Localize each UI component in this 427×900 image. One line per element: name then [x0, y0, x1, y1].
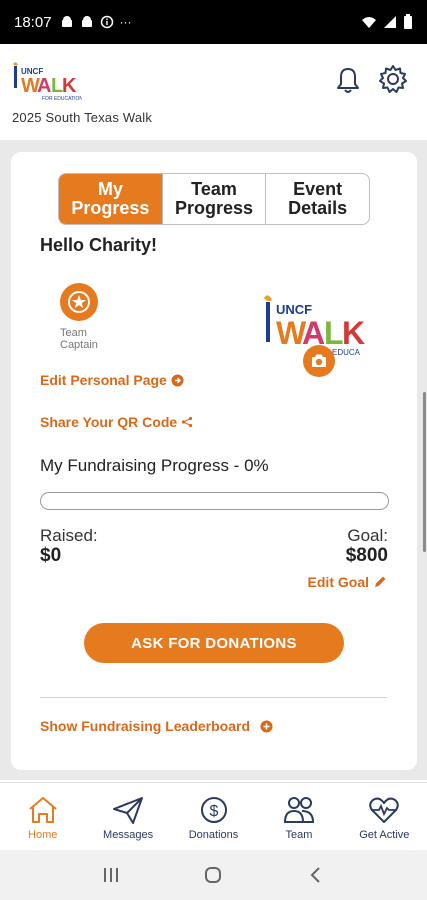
uncf-walk-logo: UNCF W A L K FOR EDUCATION: [13, 62, 82, 102]
greeting: Hello Charity!: [40, 235, 158, 255]
goal-label: Goal:: [347, 526, 388, 545]
nav-team[interactable]: Team: [256, 783, 341, 850]
edit-personal-page-link[interactable]: Edit Personal Page: [40, 372, 184, 388]
pencil-icon: [375, 576, 386, 587]
camera-icon: [312, 354, 326, 367]
team-captain-label: Team Captain: [60, 327, 98, 351]
android-icon: [61, 16, 72, 27]
ask-for-donations-button[interactable]: ASK FOR DONATIONS: [84, 623, 344, 663]
tab-event-details[interactable]: Event Details: [266, 174, 369, 224]
paper-plane-icon: [113, 797, 144, 824]
team-icon: [283, 797, 314, 823]
tab-my-progress[interactable]: My Progress: [59, 174, 163, 224]
recent-apps-icon[interactable]: [101, 866, 121, 884]
star-icon: [68, 291, 90, 313]
share-icon: [182, 416, 193, 428]
plus-circle-icon: [260, 720, 273, 732]
nav-get-active-label: Get Active: [359, 829, 410, 841]
nav-donations[interactable]: $ Donations: [171, 783, 256, 850]
nav-messages-label: Messages: [103, 829, 154, 841]
svg-text:K: K: [342, 315, 365, 351]
svg-text:FOR EDUCATION: FOR EDUCATION: [42, 96, 82, 102]
nav-home-label: Home: [28, 829, 58, 841]
raised-label: Raised:: [40, 526, 98, 545]
svg-text:L: L: [324, 315, 344, 351]
edit-personal-page-label: Edit Personal Page: [40, 372, 167, 388]
home-icon: [29, 797, 57, 823]
signal-icon: [384, 16, 396, 28]
nav-team-label: Team: [285, 829, 313, 841]
nav-messages[interactable]: Messages: [85, 783, 170, 850]
app-header: UNCF W A L K FOR EDUCATION 2025 South Te…: [0, 44, 427, 140]
wifi-icon: [362, 17, 376, 28]
team-captain-badge: [60, 283, 98, 321]
tab-team-progress[interactable]: Team Progress: [163, 174, 267, 224]
status-system-icons: [361, 14, 413, 30]
event-name: 2025 South Texas Walk: [12, 110, 153, 125]
dollar-icon: $: [200, 797, 227, 823]
status-bar: 18:07 ···: [0, 0, 427, 44]
battery-icon: [404, 14, 412, 29]
edit-goal-label: Edit Goal: [307, 574, 369, 590]
tab-bar: My Progress Team Progress Event Details: [58, 173, 370, 225]
change-photo-button[interactable]: [303, 345, 335, 377]
svg-text:$: $: [209, 803, 218, 820]
show-leaderboard-link[interactable]: Show Fundraising Leaderboard: [40, 718, 273, 734]
android-icon: [81, 16, 92, 27]
nav-home[interactable]: Home: [0, 783, 85, 850]
arrow-circle-right-icon: [171, 374, 184, 386]
bell-icon[interactable]: [334, 66, 362, 94]
system-navigation: [0, 850, 427, 900]
goal-value: $800: [345, 545, 388, 566]
status-overflow: ···: [119, 15, 132, 29]
info-icon: [100, 15, 113, 29]
bottom-navigation: Home Messages $ Donations Team Get Activ…: [0, 782, 427, 850]
edit-goal-link[interactable]: Edit Goal: [308, 574, 387, 590]
svg-text:A: A: [37, 75, 51, 97]
nav-donations-label: Donations: [188, 829, 239, 841]
fundraising-progress-title: My Fundraising Progress - 0%: [40, 456, 269, 475]
heart-pulse-icon: [369, 797, 400, 823]
gear-icon[interactable]: [378, 64, 408, 94]
status-time: 18:07: [14, 13, 52, 31]
divider: [40, 697, 387, 698]
show-leaderboard-label: Show Fundraising Leaderboard: [40, 718, 251, 734]
raised-value: $0: [40, 545, 62, 566]
home-button-icon[interactable]: [203, 865, 223, 885]
svg-text:EDUCA: EDUCA: [332, 348, 361, 357]
status-notification-icons: ···: [60, 15, 132, 29]
scrollbar[interactable]: [423, 392, 426, 552]
svg-text:K: K: [62, 75, 77, 97]
back-icon[interactable]: [306, 865, 326, 885]
share-qr-code-label: Share Your QR Code: [40, 414, 178, 430]
fundraising-progress-bar: [40, 492, 389, 510]
share-qr-code-link[interactable]: Share Your QR Code: [40, 414, 193, 430]
nav-get-active[interactable]: Get Active: [342, 783, 427, 850]
